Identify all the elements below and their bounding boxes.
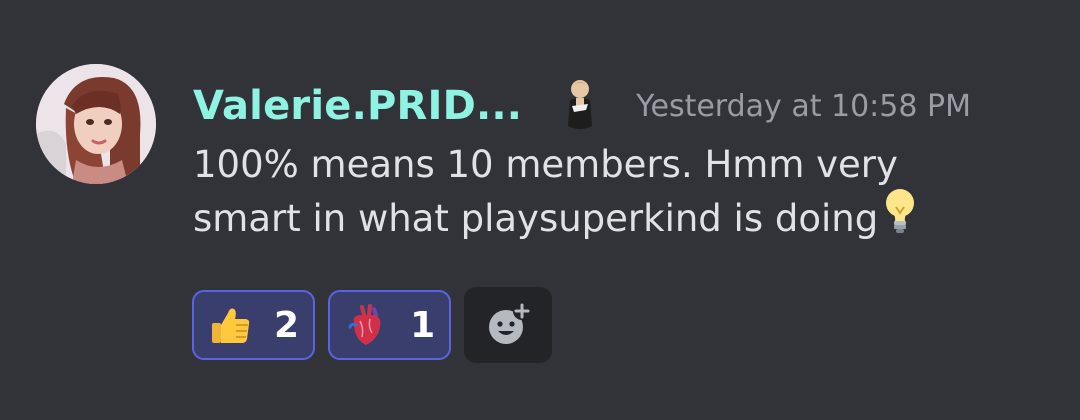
anatomical-heart-icon [348, 304, 381, 345]
reaction-anatomical-heart[interactable]: 1 [328, 290, 452, 360]
lightbulb-icon [882, 187, 918, 247]
user-avatar[interactable] [36, 64, 156, 184]
reaction-count: 2 [274, 304, 300, 346]
role-badge-icon[interactable] [562, 78, 598, 134]
avatar-portrait-image [36, 64, 156, 184]
reactions-bar: 2 1 [192, 287, 553, 363]
message-timestamp[interactable]: Yesterday at 10:58 PM [636, 89, 971, 124]
add-reaction-button[interactable] [464, 287, 553, 363]
message-text-line-1: 100% means 10 members. Hmm very [193, 143, 898, 186]
message-text-line-2: smart in what playsuperkind is doing [193, 187, 1053, 247]
message-content: 100% means 10 members. Hmm very smart in… [193, 143, 1053, 247]
username[interactable]: Valerie.PRID... [193, 83, 522, 129]
message-text-line-2-text: smart in what playsuperkind is doing [193, 197, 879, 240]
thumbs-up-icon [212, 308, 250, 343]
chat-message: Valerie.PRID... Yesterday at 10:58 PM 10… [0, 0, 1080, 420]
reaction-count: 1 [410, 304, 436, 346]
reaction-thumbs-up[interactable]: 2 [192, 290, 316, 360]
add-reaction-icon [489, 302, 532, 344]
message-header: Valerie.PRID... Yesterday at 10:58 PM [193, 78, 971, 134]
